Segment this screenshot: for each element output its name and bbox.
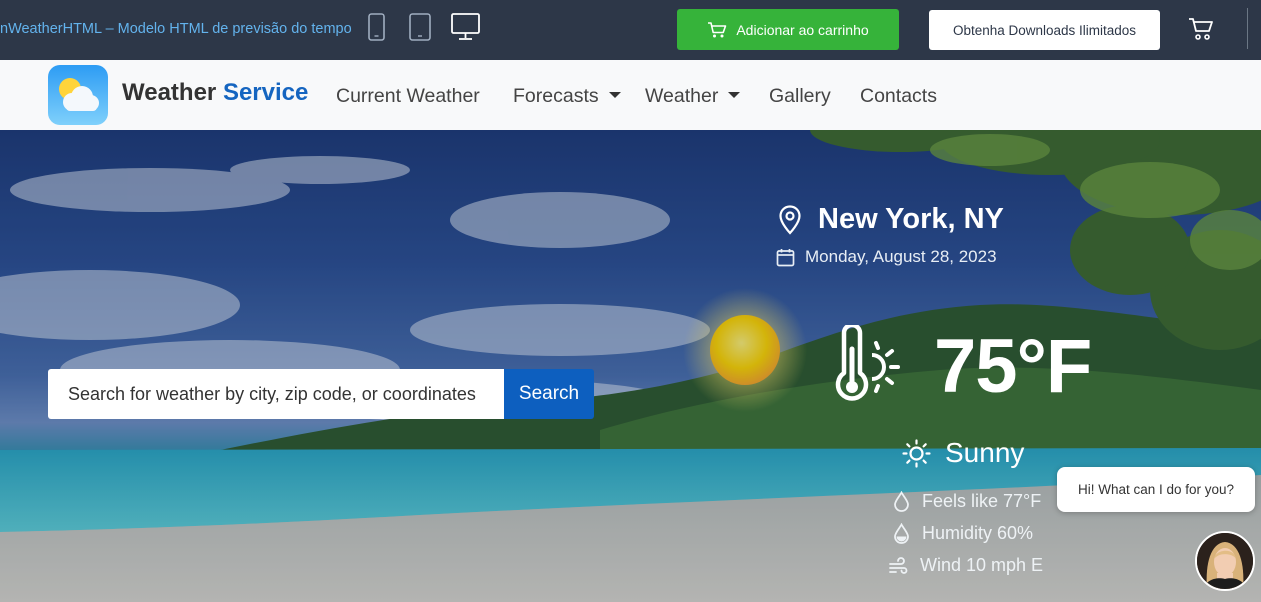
nav-current-weather[interactable]: Current Weather <box>336 85 480 108</box>
cart-icon <box>708 21 727 37</box>
calendar-icon <box>776 248 795 266</box>
brand-name[interactable]: Weather Service <box>122 79 308 107</box>
temperature-value: 75°F <box>934 324 1092 409</box>
date-row: Monday, August 28, 2023 <box>776 247 997 267</box>
thermometer-sun-icon <box>835 325 900 401</box>
caret-down-icon <box>728 92 741 98</box>
weather-condition: Sunny <box>945 437 1025 468</box>
add-to-cart-button[interactable]: Adicionar ao carrinho <box>677 9 899 50</box>
unlimited-downloads-button[interactable]: Obtenha Downloads Ilimitados <box>929 10 1160 50</box>
feels-like-value: Feels like 77°F <box>922 491 1042 511</box>
droplet-icon <box>894 491 909 512</box>
weather-search-input[interactable] <box>48 369 504 419</box>
wind-row: Wind 10 mph E <box>889 555 1043 576</box>
condition-row: Sunny <box>902 437 1024 469</box>
template-title[interactable]: nWeatherHTML – Modelo HTML de previsão d… <box>0 21 352 37</box>
weather-search-form: Search <box>48 369 594 419</box>
chat-greeting-bubble[interactable]: Hi! What can I do for you? <box>1057 467 1255 512</box>
site-navbar: Weather Service Current Weather Forecast… <box>0 60 1261 130</box>
humidity-row: Humidity 60% <box>893 523 1033 544</box>
logo[interactable] <box>48 65 108 125</box>
feels-like-row: Feels like 77°F <box>893 491 1041 512</box>
location-name: New York, NY <box>818 203 1004 235</box>
sun-icon <box>902 438 931 468</box>
map-pin-icon <box>779 204 801 235</box>
sun-cloud-logo-icon <box>59 78 99 111</box>
nav-gallery[interactable]: Gallery <box>769 85 831 108</box>
hero-section: Search New York, NY Monday, August 28, 2… <box>0 130 1261 602</box>
mobile-icon[interactable] <box>368 13 385 41</box>
brand-main: Weather <box>122 79 217 106</box>
preview-topbar: nWeatherHTML – Modelo HTML de previsão d… <box>0 0 1261 60</box>
humidity-value: Humidity 60% <box>922 523 1034 543</box>
brand-accent: Service <box>222 79 309 106</box>
desktop-icon[interactable] <box>451 13 480 41</box>
support-agent-avatar-icon <box>1197 533 1253 589</box>
add-to-cart-label: Adicionar ao carrinho <box>736 21 869 38</box>
wind-value: Wind 10 mph E <box>920 555 1044 575</box>
caret-down-icon <box>608 92 621 98</box>
cart-icon[interactable] <box>1188 17 1214 41</box>
wind-icon <box>889 556 908 574</box>
forecast-date: Monday, August 28, 2023 <box>805 247 997 266</box>
nav-contacts[interactable]: Contacts <box>860 85 937 108</box>
nav-forecasts-dropdown[interactable]: Forecasts <box>513 85 621 108</box>
nav-weather-dropdown[interactable]: Weather <box>645 85 741 108</box>
humidity-droplet-icon <box>894 523 909 544</box>
location-row: New York, NY <box>778 203 1004 236</box>
chat-avatar[interactable] <box>1195 531 1255 591</box>
topbar-divider <box>1247 8 1248 49</box>
nav-weather-label: Weather <box>645 85 719 107</box>
tablet-icon[interactable] <box>409 13 431 41</box>
nav-forecasts-label: Forecasts <box>513 85 599 107</box>
temperature-row: 75°F <box>832 324 1092 409</box>
search-button[interactable]: Search <box>504 369 594 419</box>
